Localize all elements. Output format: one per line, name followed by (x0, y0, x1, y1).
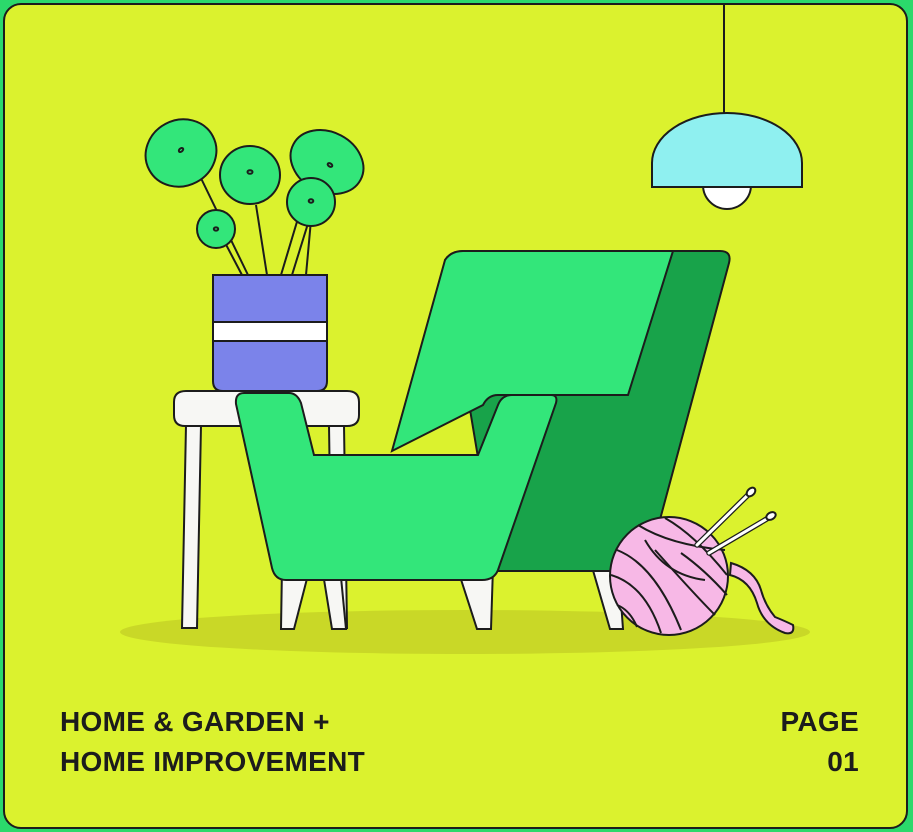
potted-plant-icon (144, 118, 365, 392)
page-indicator: PAGE 01 (781, 702, 859, 782)
category-title-line-1: HOME & GARDEN + (60, 706, 330, 737)
category-title: HOME & GARDEN + HOME IMPROVEMENT (60, 702, 365, 782)
living-room-illustration (120, 5, 810, 654)
card: HOME & GARDEN + HOME IMPROVEMENT PAGE 01 (3, 3, 908, 829)
page-label: PAGE (780, 706, 859, 737)
pendant-lamp-icon (651, 5, 803, 210)
page-number: 01 (827, 746, 859, 777)
category-title-line-2: HOME IMPROVEMENT (60, 746, 366, 777)
